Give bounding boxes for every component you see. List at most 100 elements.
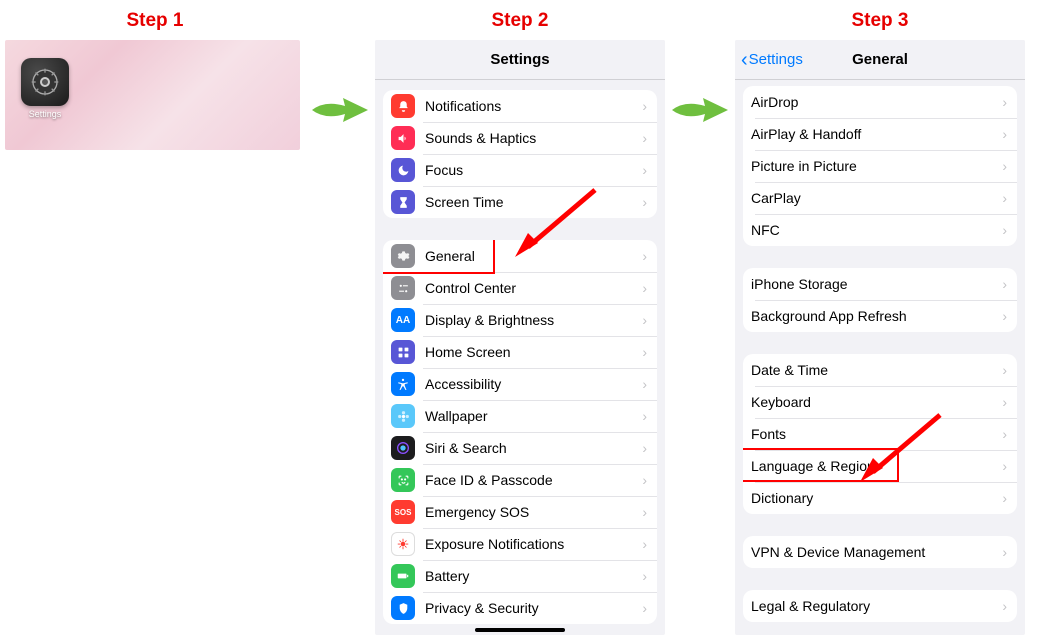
row-vpn[interactable]: VPN & Device Management › [743,536,1017,568]
face-id-icon [391,468,415,492]
row-focus[interactable]: Focus › [383,154,657,186]
row-label: NFC [751,222,1002,238]
chevron-right-icon: › [1002,190,1007,206]
row-battery[interactable]: Battery › [383,560,657,592]
hand-icon [391,596,415,620]
chevron-right-icon: › [1002,458,1007,474]
settings-screen: Settings Notifications › Sounds & Haptic… [375,40,665,635]
row-airplay[interactable]: AirPlay & Handoff › [743,118,1017,150]
home-indicator[interactable] [475,628,565,632]
row-label: Language & Region [751,458,1002,474]
row-label: Date & Time [751,362,1002,378]
row-storage[interactable]: iPhone Storage › [743,268,1017,300]
row-label: VPN & Device Management [751,544,1002,560]
row-nfc[interactable]: NFC › [743,214,1017,246]
row-display[interactable]: AA Display & Brightness › [383,304,657,336]
row-siri[interactable]: Siri & Search › [383,432,657,464]
row-fonts[interactable]: Fonts › [743,418,1017,450]
chevron-right-icon: › [642,536,647,552]
general-group-1: AirDrop › AirPlay & Handoff › Picture in… [743,86,1017,246]
chevron-right-icon: › [642,280,647,296]
row-sos[interactable]: SOS Emergency SOS › [383,496,657,528]
row-wallpaper[interactable]: Wallpaper › [383,400,657,432]
row-faceid[interactable]: Face ID & Passcode › [383,464,657,496]
speaker-icon [391,126,415,150]
row-exposure[interactable]: Exposure Notifications › [383,528,657,560]
row-airdrop[interactable]: AirDrop › [743,86,1017,118]
chevron-right-icon: › [1002,598,1007,614]
row-label: Picture in Picture [751,158,1002,174]
gear-icon [391,244,415,268]
row-general[interactable]: General › [383,240,657,272]
arrow-right-icon [670,90,730,130]
chevron-right-icon: › [642,376,647,392]
step1-label: Step 1 [5,10,305,32]
chevron-right-icon: › [642,98,647,114]
row-label: Dictionary [751,490,1002,506]
row-legal[interactable]: Legal & Regulatory › [743,590,1017,622]
row-label: CarPlay [751,190,1002,206]
chevron-right-icon: › [642,344,647,360]
row-label: Legal & Regulatory [751,598,1002,614]
row-label: Emergency SOS [425,504,642,520]
row-pip[interactable]: Picture in Picture › [743,150,1017,182]
settings-app-icon [21,58,69,106]
row-label: Accessibility [425,376,642,392]
accessibility-icon [391,372,415,396]
back-label: Settings [749,51,803,68]
general-group-5: Legal & Regulatory › [743,590,1017,622]
chevron-right-icon: › [1002,126,1007,142]
chevron-right-icon: › [1002,158,1007,174]
step3-column: Step 3 ‹ Settings General AirDrop › AirP… [735,10,1025,635]
general-screen: ‹ Settings General AirDrop › AirPlay & H… [735,40,1025,635]
settings-header: Settings [375,40,665,80]
chevron-right-icon: › [642,312,647,328]
step2-label: Step 2 [375,10,665,32]
home-screen: Settings [5,40,300,150]
hourglass-icon [391,190,415,214]
row-label: Siri & Search [425,440,642,456]
general-group-2: iPhone Storage › Background App Refresh … [743,268,1017,332]
chevron-right-icon: › [642,248,647,264]
row-home-screen[interactable]: Home Screen › [383,336,657,368]
chevron-right-icon: › [642,504,647,520]
bell-icon [391,94,415,118]
row-label: Background App Refresh [751,308,1002,324]
row-dictionary[interactable]: Dictionary › [743,482,1017,514]
chevron-right-icon: › [642,472,647,488]
chevron-right-icon: › [1002,308,1007,324]
chevron-right-icon: › [642,130,647,146]
sliders-icon [391,276,415,300]
row-label: Face ID & Passcode [425,472,642,488]
row-label: Exposure Notifications [425,536,642,552]
row-keyboard[interactable]: Keyboard › [743,386,1017,418]
settings-app[interactable]: Settings [17,58,73,119]
row-language-region[interactable]: Language & Region › [743,450,1017,482]
arrow-right-icon [310,90,370,130]
chevron-left-icon: ‹ [741,50,748,70]
virus-icon [391,532,415,556]
general-group-4: VPN & Device Management › [743,536,1017,568]
settings-group-1: Notifications › Sounds & Haptics › Focus… [383,90,657,218]
row-label: Sounds & Haptics [425,130,642,146]
row-label: Fonts [751,426,1002,442]
row-carplay[interactable]: CarPlay › [743,182,1017,214]
chevron-right-icon: › [1002,362,1007,378]
row-label: Home Screen [425,344,642,360]
row-accessibility[interactable]: Accessibility › [383,368,657,400]
row-notifications[interactable]: Notifications › [383,90,657,122]
chevron-right-icon: › [1002,222,1007,238]
row-background-refresh[interactable]: Background App Refresh › [743,300,1017,332]
gear-icon [29,66,61,98]
row-control-center[interactable]: Control Center › [383,272,657,304]
row-privacy[interactable]: Privacy & Security › [383,592,657,624]
row-datetime[interactable]: Date & Time › [743,354,1017,386]
back-button[interactable]: ‹ Settings [741,50,803,70]
moon-icon [391,158,415,182]
arrow-1 [310,10,370,130]
row-screentime[interactable]: Screen Time › [383,186,657,218]
chevron-right-icon: › [1002,276,1007,292]
chevron-right-icon: › [642,194,647,210]
grid-icon [391,340,415,364]
row-sounds[interactable]: Sounds & Haptics › [383,122,657,154]
